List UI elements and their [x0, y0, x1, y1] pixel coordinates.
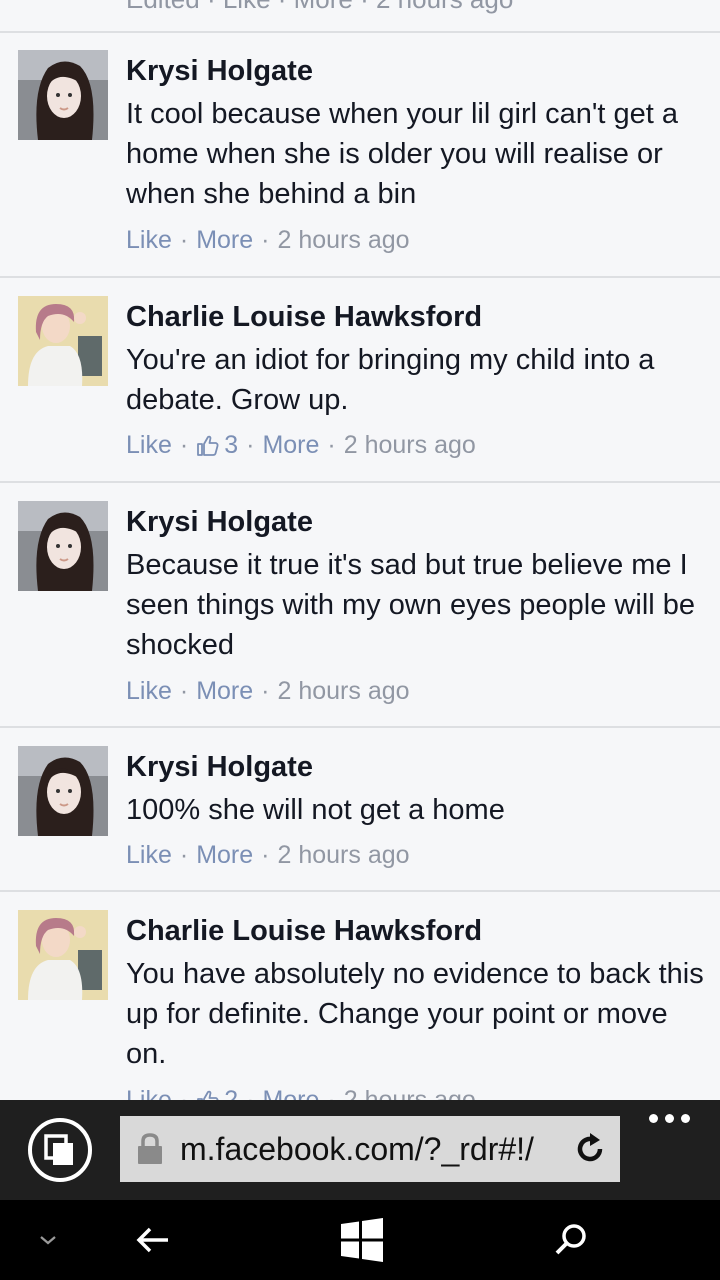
comment-text: 100% she will not get a home	[126, 794, 505, 826]
avatar-photo-dark	[18, 50, 108, 140]
hide-nav-button[interactable]	[28, 1200, 68, 1280]
separator: ·	[179, 841, 189, 869]
divider	[0, 890, 720, 892]
like-link[interactable]: Like	[126, 431, 172, 460]
separator: ·	[179, 1086, 189, 1100]
comment-text: You're an idiot for bringing my child in…	[126, 344, 655, 416]
search-button[interactable]	[548, 1200, 594, 1280]
dot	[681, 1114, 690, 1123]
thumbs-up-icon	[197, 1090, 219, 1100]
comment-author[interactable]: Krysi Holgate	[126, 55, 313, 88]
divider	[0, 481, 720, 483]
more-link[interactable]: More	[196, 677, 253, 706]
avatar-photo-light	[18, 296, 108, 386]
comment-time: 2 hours ago	[277, 677, 410, 705]
comment-author[interactable]: Krysi Holgate	[126, 506, 313, 539]
comment-time: 2 hours ago	[343, 1086, 476, 1100]
separator: ·	[261, 226, 270, 254]
separator: ·	[246, 1086, 255, 1100]
more-link[interactable]: More	[196, 841, 253, 870]
like-count-value: 3	[224, 431, 239, 459]
more-link[interactable]: More	[196, 226, 253, 255]
start-button[interactable]	[334, 1200, 390, 1280]
comment-meta: Like · 2 · More · 2 hours ago	[126, 1086, 476, 1100]
tabs-button[interactable]	[26, 1116, 94, 1184]
comment-meta: Like · More · 2 hours ago	[126, 677, 410, 706]
browser-toolbar: m.facebook.com/?_rdr#!/	[0, 1100, 720, 1200]
avatar-photo-light	[18, 910, 108, 1000]
windows-logo-icon	[341, 1218, 383, 1262]
comment-author[interactable]: Charlie Louise Hawksford	[126, 915, 482, 948]
like-count[interactable]: 3	[196, 431, 238, 460]
comment-author[interactable]: Krysi Holgate	[126, 751, 313, 784]
comment-text: You have absolutely no evidence to back …	[126, 958, 704, 1070]
refresh-icon[interactable]	[572, 1131, 608, 1167]
search-icon	[555, 1224, 586, 1255]
comment-time: 2 hours ago	[277, 226, 410, 254]
like-link[interactable]: Like	[126, 677, 172, 706]
divider	[0, 726, 720, 728]
thumbs-up-icon	[197, 435, 219, 456]
separator: ·	[179, 677, 189, 705]
like-link[interactable]: Like	[126, 1086, 172, 1100]
tabs-icon	[28, 1118, 92, 1182]
back-arrow-icon	[136, 1227, 168, 1253]
avatar[interactable]	[18, 296, 108, 386]
comment-text: It cool because when your lil girl can't…	[126, 98, 679, 210]
more-link[interactable]: More	[262, 1086, 319, 1100]
separator: ·	[179, 226, 189, 254]
avatar[interactable]	[18, 50, 108, 140]
comment-time: 2 hours ago	[277, 841, 410, 869]
more-link[interactable]: More	[262, 431, 319, 460]
lock-icon	[138, 1133, 162, 1164]
comment-feed: Edited · Like · More · 2 hours ago Krysi…	[0, 0, 720, 1100]
address-bar[interactable]: m.facebook.com/?_rdr#!/	[120, 1116, 620, 1182]
separator: ·	[327, 431, 336, 459]
comment-meta: Like · 3 · More · 2 hours ago	[126, 431, 476, 460]
chevron-down-icon	[40, 1236, 56, 1245]
avatar-photo-dark	[18, 746, 108, 836]
comment-time: 2 hours ago	[343, 431, 476, 459]
like-link[interactable]: Like	[126, 841, 172, 870]
comment-meta: Like · More · 2 hours ago	[126, 226, 410, 255]
comment-author[interactable]: Charlie Louise Hawksford	[126, 301, 482, 334]
separator: ·	[261, 841, 270, 869]
dot	[649, 1114, 658, 1123]
separator: ·	[179, 431, 189, 459]
comment-text: Because it true it's sad but true believ…	[126, 549, 696, 661]
comment-meta: Like · More · 2 hours ago	[126, 841, 410, 870]
divider	[0, 31, 720, 33]
like-count[interactable]: 2	[196, 1086, 238, 1100]
separator: ·	[261, 677, 270, 705]
dot	[665, 1114, 674, 1123]
like-link[interactable]: Like	[126, 226, 172, 255]
separator: ·	[246, 431, 255, 459]
back-button[interactable]	[128, 1200, 178, 1280]
avatar-photo-dark	[18, 501, 108, 591]
divider	[0, 276, 720, 278]
separator: ·	[327, 1086, 336, 1100]
avatar[interactable]	[18, 746, 108, 836]
more-dots-icon[interactable]	[649, 1114, 690, 1123]
system-nav-bar	[0, 1200, 720, 1280]
partial-comment-meta: Edited · Like · More · 2 hours ago	[126, 0, 513, 15]
url-text[interactable]: m.facebook.com/?_rdr#!/	[180, 1131, 570, 1168]
avatar[interactable]	[18, 910, 108, 1000]
like-count-value: 2	[224, 1086, 239, 1100]
avatar[interactable]	[18, 501, 108, 591]
